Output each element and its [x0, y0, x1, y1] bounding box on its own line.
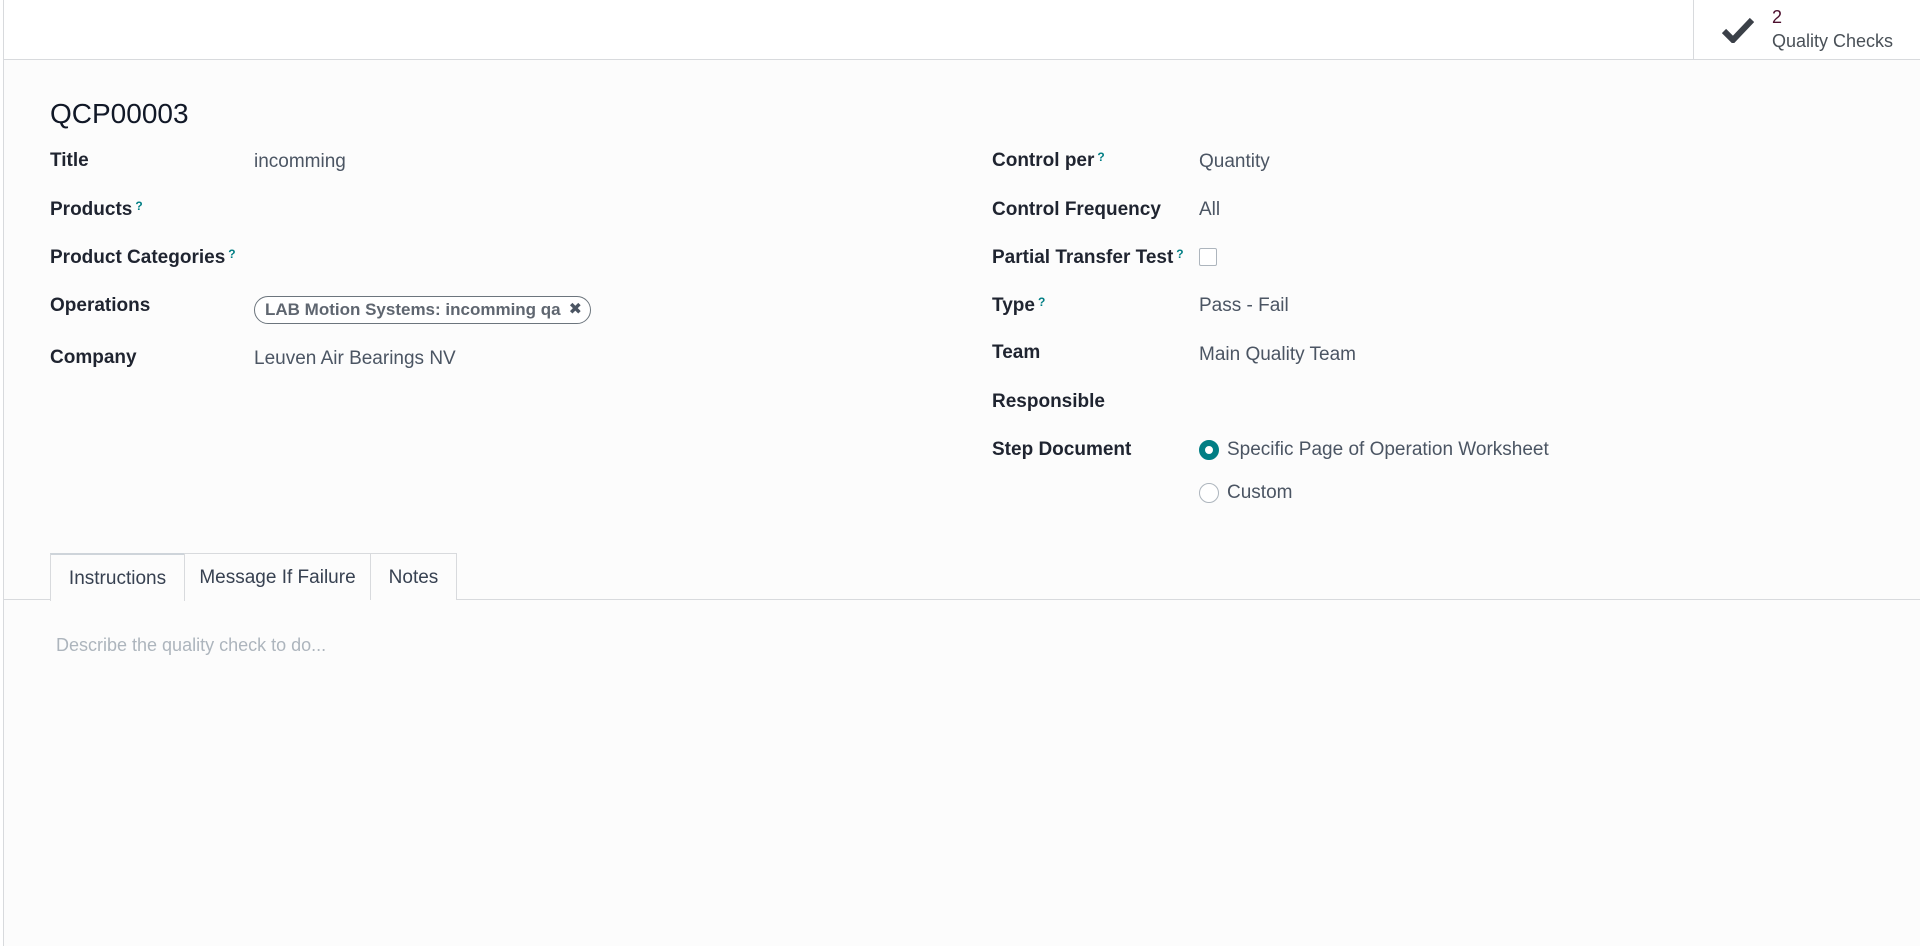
products-label: Products?: [50, 199, 143, 220]
custom-radio[interactable]: [1199, 483, 1219, 503]
partial-transfer-test-checkbox[interactable]: [1199, 248, 1217, 266]
specific-page-option-label[interactable]: Specific Page of Operation Worksheet: [1227, 438, 1549, 462]
button-box: 2 Quality Checks: [4, 0, 1920, 60]
responsible-field[interactable]: [1199, 390, 1799, 414]
partial-transfer-test-label: Partial Transfer Test?: [992, 247, 1184, 268]
operations-label: Operations: [50, 295, 151, 316]
control-per-field[interactable]: Quantity: [1199, 150, 1270, 174]
team-field[interactable]: Main Quality Team: [1199, 343, 1356, 367]
product-categories-label: Product Categories?: [50, 247, 236, 268]
quality-checks-count: 2: [1772, 7, 1783, 27]
product-categories-field[interactable]: [254, 246, 874, 270]
team-label: Team: [992, 342, 1041, 363]
quality-checks-button[interactable]: 2 Quality Checks: [1693, 0, 1920, 59]
quality-checks-label: Quality Checks: [1772, 31, 1894, 51]
company-field[interactable]: Leuven Air Bearings NV: [254, 347, 456, 371]
title-label: Title: [50, 150, 89, 171]
products-field[interactable]: [254, 198, 874, 222]
check-icon: [1722, 17, 1754, 43]
help-tooltip-icon[interactable]: ?: [1097, 150, 1104, 164]
help-tooltip-icon[interactable]: ?: [135, 199, 142, 213]
step-document-label: Step Document: [992, 439, 1132, 460]
control-per-label: Control per?: [992, 150, 1105, 171]
control-frequency-field[interactable]: All: [1199, 198, 1220, 222]
operation-tag-label: LAB Motion Systems: incomming qa: [265, 300, 561, 319]
tab-instructions[interactable]: Instructions: [50, 553, 185, 601]
type-field[interactable]: Pass - Fail: [1199, 294, 1289, 318]
record-reference: QCP00003: [50, 98, 189, 129]
type-label: Type?: [992, 295, 1046, 316]
operation-tag[interactable]: LAB Motion Systems: incomming qa ✖: [254, 296, 592, 324]
help-tooltip-icon[interactable]: ?: [1038, 295, 1045, 309]
custom-option-label[interactable]: Custom: [1227, 481, 1292, 505]
company-label: Company: [50, 347, 137, 368]
instructions-editor[interactable]: Describe the quality check to do...: [56, 633, 326, 657]
responsible-label: Responsible: [992, 391, 1105, 412]
left-edge-border: [0, 0, 4, 946]
tab-notes[interactable]: Notes: [370, 553, 457, 600]
title-field[interactable]: incomming: [254, 150, 346, 174]
specific-page-radio[interactable]: [1199, 440, 1219, 460]
help-tooltip-icon[interactable]: ?: [228, 247, 235, 261]
help-tooltip-icon[interactable]: ?: [1176, 247, 1183, 261]
tab-message-if-failure[interactable]: Message If Failure: [184, 553, 371, 600]
remove-tag-icon[interactable]: ✖: [569, 297, 582, 323]
control-frequency-label: Control Frequency: [992, 199, 1161, 220]
